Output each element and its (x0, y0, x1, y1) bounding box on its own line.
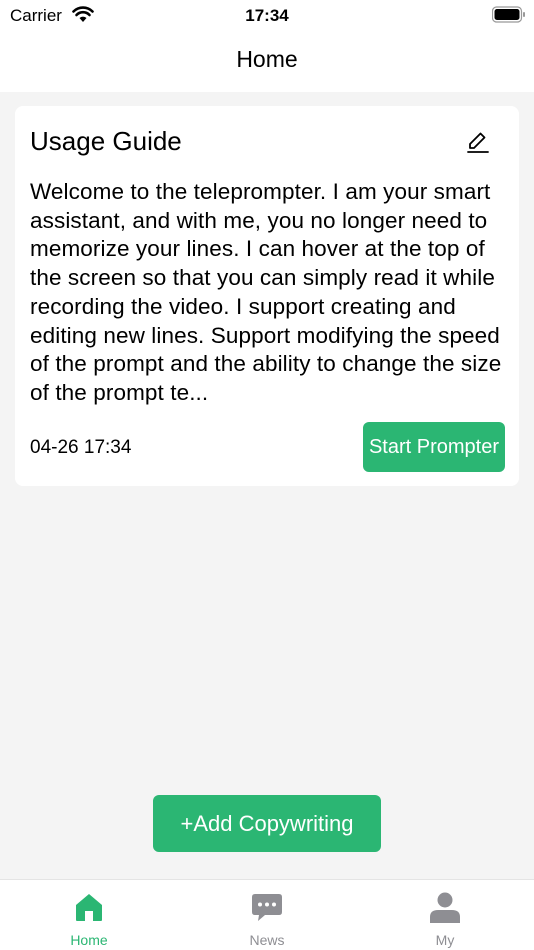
card-body-text: Welcome to the teleprompter. I am your s… (30, 179, 502, 405)
clock: 17:34 (245, 6, 289, 25)
start-prompter-button[interactable]: Start Prompter (363, 422, 505, 472)
tab-home-label: Home (70, 932, 108, 948)
card-date: 04-26 17:34 (30, 437, 132, 458)
tab-bar: Home News My (0, 879, 534, 950)
person-icon (430, 892, 460, 923)
page-title: Home (236, 46, 298, 72)
navigation-bar: Home (0, 30, 534, 92)
tab-home[interactable]: Home (0, 880, 178, 950)
battery-icon (492, 6, 525, 23)
add-copywriting-button[interactable]: +Add Copywriting (153, 795, 381, 852)
edit-icon[interactable] (465, 129, 491, 155)
home-icon (76, 894, 102, 921)
tab-news[interactable]: News (178, 880, 356, 950)
card-title: Usage Guide (30, 126, 182, 156)
tab-news-label: News (249, 932, 285, 948)
chat-bubble-icon (252, 894, 282, 921)
status-bar: Carrier 17:34 (0, 0, 534, 30)
tab-my-label: My (435, 932, 455, 948)
tab-my[interactable]: My (356, 880, 534, 950)
script-card[interactable]: Usage Guide Welcome to the teleprompter.… (15, 106, 519, 486)
